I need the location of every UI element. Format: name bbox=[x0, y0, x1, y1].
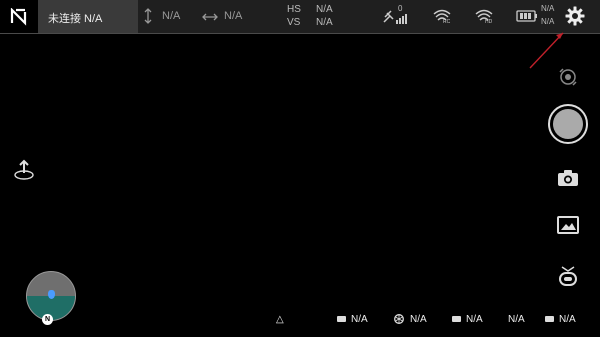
takeoff-icon[interactable] bbox=[13, 158, 35, 182]
app-logo[interactable] bbox=[0, 0, 38, 33]
compass-north-badge: N bbox=[42, 314, 53, 325]
battery-icon bbox=[516, 10, 537, 22]
annotation-arrow bbox=[529, 32, 564, 69]
settings-gear-icon[interactable] bbox=[565, 6, 585, 26]
hs-label: HS bbox=[287, 4, 301, 15]
vertical-arrows-icon bbox=[144, 8, 152, 24]
vs-label: VS bbox=[287, 17, 301, 28]
triangle-icon: △ bbox=[276, 314, 284, 325]
aperture-item: N/A bbox=[394, 314, 427, 325]
distance-value: N/A bbox=[224, 10, 243, 22]
camera-mode-icon[interactable] bbox=[557, 169, 579, 187]
rc-signal-icon: RC bbox=[433, 9, 451, 24]
aperture-value: N/A bbox=[410, 314, 427, 325]
iso-item: N/A bbox=[337, 314, 368, 325]
connection-panel[interactable]: 未连接 N/A bbox=[38, 0, 138, 33]
top-status-bar: 未连接 N/A N/A N/A HS N/A VS N/A 0 RC HD N/… bbox=[0, 0, 600, 34]
iso-badge-icon bbox=[337, 316, 346, 323]
altitude-value: N/A bbox=[162, 10, 181, 22]
connection-status: 未连接 N/A bbox=[48, 13, 103, 25]
aperture-icon bbox=[394, 314, 404, 325]
vs-value: N/A bbox=[316, 17, 333, 28]
ev-item: N/A bbox=[452, 314, 483, 325]
shutter-speed-value: N/A bbox=[508, 314, 525, 325]
hs-value: N/A bbox=[316, 4, 333, 15]
video-signal-icon: HD bbox=[475, 9, 493, 24]
ev-value: N/A bbox=[466, 314, 483, 325]
svg-text:HD: HD bbox=[485, 19, 493, 24]
svg-text:RC: RC bbox=[443, 19, 451, 24]
shutter-button[interactable] bbox=[548, 104, 588, 144]
drone-position-dot bbox=[48, 290, 55, 299]
gimbal-icon[interactable] bbox=[557, 265, 579, 287]
battery-percent-value: N/A bbox=[541, 17, 555, 26]
iso-value: N/A bbox=[351, 314, 368, 325]
shutter-speed-item: N/A bbox=[508, 314, 525, 325]
storage-value: N/A bbox=[559, 314, 576, 325]
satellite-icon bbox=[383, 10, 407, 24]
gallery-icon[interactable] bbox=[557, 216, 579, 234]
storage-badge-icon bbox=[545, 316, 554, 323]
storage-item: N/A bbox=[545, 314, 576, 325]
battery-voltage-value: N/A bbox=[541, 4, 555, 13]
app-logo-icon bbox=[10, 7, 27, 26]
camera-switch-icon[interactable] bbox=[557, 66, 579, 88]
gps-count: 0 bbox=[398, 4, 403, 13]
horizontal-arrows-icon bbox=[202, 13, 218, 21]
ev-badge-icon bbox=[452, 316, 461, 323]
attitude-radar[interactable] bbox=[26, 271, 76, 321]
